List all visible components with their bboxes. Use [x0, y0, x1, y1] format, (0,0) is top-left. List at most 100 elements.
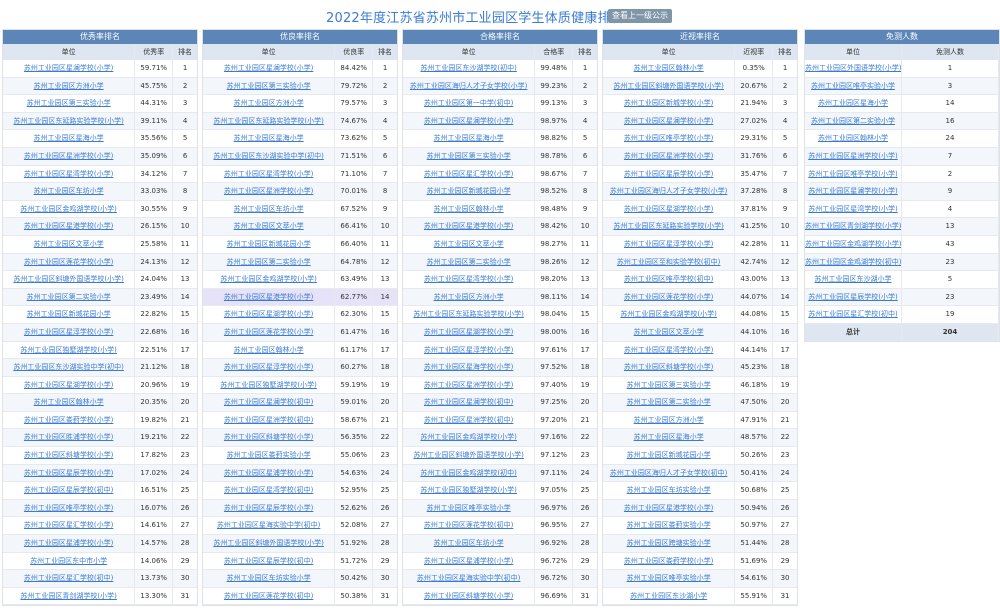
school-link[interactable]: 苏州工业园区莲花学校(小学): [624, 293, 713, 301]
school-link[interactable]: 苏州工业园区斜塘学校(小学): [624, 363, 713, 371]
school-link[interactable]: 苏州工业园区东沙湖实验中学(初中): [13, 363, 123, 371]
school-link[interactable]: 苏州工业园区第二实验小学: [627, 398, 711, 406]
school-link[interactable]: 苏州工业园区东沙湖小学: [630, 592, 707, 600]
school-link[interactable]: 苏州工业园区星海小学: [634, 433, 704, 441]
school-link[interactable]: 苏州工业园区星海实验中学(初中): [417, 574, 520, 582]
school-link[interactable]: 苏州工业园区星澜学校(小学): [224, 64, 313, 72]
school-link[interactable]: 苏州工业园区东延路实验学校(小学): [413, 310, 523, 318]
school-link[interactable]: 苏州工业园区东延路实验学校(小学): [13, 117, 123, 125]
school-link[interactable]: 苏州工业园区星淳学校(小学): [624, 240, 713, 248]
school-link[interactable]: 苏州工业园区第三实验小学: [427, 152, 511, 160]
school-link[interactable]: 苏州工业园区独墅湖学校(小学): [220, 381, 316, 389]
school-link[interactable]: 苏州工业园区新城花园小学: [627, 451, 711, 459]
school-link[interactable]: 苏州工业园区星海小学: [34, 134, 104, 142]
school-link[interactable]: 苏州工业园区新城花园小学: [427, 187, 511, 195]
school-link[interactable]: 苏州工业园区青剑湖学校(小学): [20, 592, 116, 600]
school-link[interactable]: 苏州工业园区翰林小学: [234, 346, 304, 354]
school-link[interactable]: 苏州工业园区胜浦学校(小学): [24, 433, 113, 441]
school-link[interactable]: 苏州工业园区星海学校(小学): [424, 363, 513, 371]
school-link[interactable]: 苏州工业园区青剑湖学校(小学): [805, 222, 901, 230]
school-link[interactable]: 苏州工业园区车坊小学: [234, 205, 304, 213]
school-link[interactable]: 苏州工业园区翰林小学: [34, 398, 104, 406]
school-link[interactable]: 苏州工业园区星浦学校(小学): [24, 539, 113, 547]
school-link[interactable]: 苏州工业园区星湾学校(小学): [624, 346, 713, 354]
school-link[interactable]: 苏州工业园区唯亭学校(小学): [808, 170, 897, 178]
school-link[interactable]: 苏州工业园区车坊实验小学: [227, 574, 311, 582]
school-link[interactable]: 苏州工业园区至和实验学校(初中): [617, 258, 720, 266]
school-link[interactable]: 苏州工业园区车坊实验小学: [627, 486, 711, 494]
school-link[interactable]: 苏州工业园区文萃小学: [234, 222, 304, 230]
school-link[interactable]: 苏州工业园区星汇学校(初中): [808, 310, 897, 318]
school-link[interactable]: 苏州工业园区星洲学校(小学): [624, 152, 713, 160]
school-link[interactable]: 苏州工业园区星澜学校(小学): [24, 64, 113, 72]
school-link[interactable]: 苏州工业园区新城花园小学: [227, 240, 311, 248]
school-link[interactable]: 苏州工业园区唯亭实验小学: [427, 504, 511, 512]
school-link[interactable]: 苏州工业园区斜塘外国语学校(小学): [613, 82, 723, 90]
school-link[interactable]: 苏州工业园区第三实验小学: [27, 99, 111, 107]
school-link[interactable]: 苏州工业园区翰林小学: [434, 205, 504, 213]
school-link[interactable]: 苏州工业园区方洲小学: [434, 293, 504, 301]
school-link[interactable]: 苏州工业园区星洲学校(小学): [808, 152, 897, 160]
school-link[interactable]: 苏州工业园区车坊小学: [34, 187, 104, 195]
school-link[interactable]: 苏州工业园区第一中学(初中): [424, 99, 513, 107]
school-link[interactable]: 苏州工业园区文萃小学: [634, 328, 704, 336]
school-link[interactable]: 苏州工业园区星辰学校(小学): [224, 504, 313, 512]
school-link[interactable]: 苏州工业园区海归人才子女学校(小学): [410, 82, 527, 90]
school-link[interactable]: 苏州工业园区星湾学校(小学): [24, 170, 113, 178]
school-link[interactable]: 苏州工业园区星湖学校(小学): [224, 310, 313, 318]
school-link[interactable]: 苏州工业园区星淳学校(小学): [424, 346, 513, 354]
school-link[interactable]: 苏州工业园区星辰学校(小学): [24, 469, 113, 477]
school-link[interactable]: 苏州工业园区星洲学校(初中): [224, 416, 313, 424]
school-link[interactable]: 苏州工业园区星澜学校(初中): [224, 398, 313, 406]
school-link[interactable]: 苏州工业园区斜塘学校(小学): [424, 592, 513, 600]
school-link[interactable]: 苏州工业园区金鸡湖学校(小学): [420, 433, 516, 441]
school-link[interactable]: 苏州工业园区唯亭实验小学: [811, 82, 895, 90]
school-link[interactable]: 苏州工业园区金鸡湖学校(小学): [20, 205, 116, 213]
school-link[interactable]: 苏州工业园区星港学校(小学): [424, 222, 513, 230]
school-link[interactable]: 苏州工业园区金鸡湖学校(小学): [220, 275, 316, 283]
school-link[interactable]: 苏州工业园区莲花学校(小学): [24, 258, 113, 266]
school-link[interactable]: 苏州工业园区金鸡湖学校(小学): [620, 310, 716, 318]
school-link[interactable]: 苏州工业园区星洲学校(小学): [424, 381, 513, 389]
school-link[interactable]: 苏州工业园区星淳学校(小学): [24, 328, 113, 336]
school-link[interactable]: 苏州工业园区车坊小学: [434, 539, 504, 547]
school-link[interactable]: 苏州工业园区莲花学校(初中): [224, 592, 313, 600]
school-link[interactable]: 苏州工业园区文萃小学: [34, 240, 104, 248]
school-link[interactable]: 苏州工业园区跨塘实验小学: [627, 539, 711, 547]
school-link[interactable]: 苏州工业园区星洲学校(初中): [424, 416, 513, 424]
school-link[interactable]: 苏州工业园区第二实验小学: [811, 117, 895, 125]
school-link[interactable]: 苏州工业园区文萃小学: [434, 240, 504, 248]
school-link[interactable]: 苏州工业园区斜塘外国语学校(小学): [413, 451, 523, 459]
school-link[interactable]: 苏州工业园区第二实验小学: [27, 293, 111, 301]
school-link[interactable]: 苏州工业园区第二实验小学: [227, 258, 311, 266]
school-link[interactable]: 苏州工业园区星湖学校(小学): [424, 328, 513, 336]
school-link[interactable]: 苏州工业园区莲花学校(初中): [424, 521, 513, 529]
school-link[interactable]: 苏州工业园区星汇学校(小学): [424, 170, 513, 178]
school-link[interactable]: 苏州工业园区金鸡湖学校(初中): [420, 469, 516, 477]
school-link[interactable]: 苏州工业园区第二实验小学: [427, 258, 511, 266]
school-link[interactable]: 苏州工业园区星洲学校(小学): [224, 187, 313, 195]
school-link[interactable]: 苏州工业园区星汇学校(小学): [24, 521, 113, 529]
school-link[interactable]: 苏州工业园区斜塘外国语学校(小学): [213, 539, 323, 547]
school-link[interactable]: 苏州工业园区星辰学校(小学): [808, 293, 897, 301]
school-link[interactable]: 苏州工业园区东延路实验学校(小学): [613, 222, 723, 230]
school-link[interactable]: 苏州工业园区东延路实验学校(小学): [213, 117, 323, 125]
school-link[interactable]: 苏州工业园区星港学校(小学): [624, 504, 713, 512]
school-link[interactable]: 苏州工业园区外国语学校(小学): [805, 64, 901, 72]
school-link[interactable]: 苏州工业园区星海实验中学(初中): [217, 521, 320, 529]
school-link[interactable]: 苏州工业园区莲花学校(小学): [224, 328, 313, 336]
school-link[interactable]: 苏州工业园区星湾学校(初中): [224, 486, 313, 494]
school-link[interactable]: 苏州工业园区星淳学校(小学): [224, 363, 313, 371]
school-link[interactable]: 苏州工业园区翰林小学: [634, 64, 704, 72]
school-link[interactable]: 苏州工业园区方洲小学: [234, 99, 304, 107]
school-link[interactable]: 苏州工业园区星汇学校(初中): [24, 574, 113, 582]
school-link[interactable]: 苏州工业园区斜塘学校(小学): [24, 451, 113, 459]
school-link[interactable]: 苏州工业园区独墅湖学校(小学): [20, 346, 116, 354]
view-parent-button[interactable]: 查看上一级公示: [608, 9, 672, 23]
school-link[interactable]: 苏州工业园区星浦学校(小学): [224, 469, 313, 477]
school-link[interactable]: 苏州工业园区东沙湖学校(初中): [420, 64, 516, 72]
school-link[interactable]: 苏州工业园区唯亭学校(小学): [624, 134, 713, 142]
school-link[interactable]: 苏州工业园区唯亭学校(初中): [624, 275, 713, 283]
school-link[interactable]: 苏州工业园区星港学校(小学): [224, 293, 313, 301]
school-link[interactable]: 苏州工业园区唯亭实验小学: [627, 574, 711, 582]
